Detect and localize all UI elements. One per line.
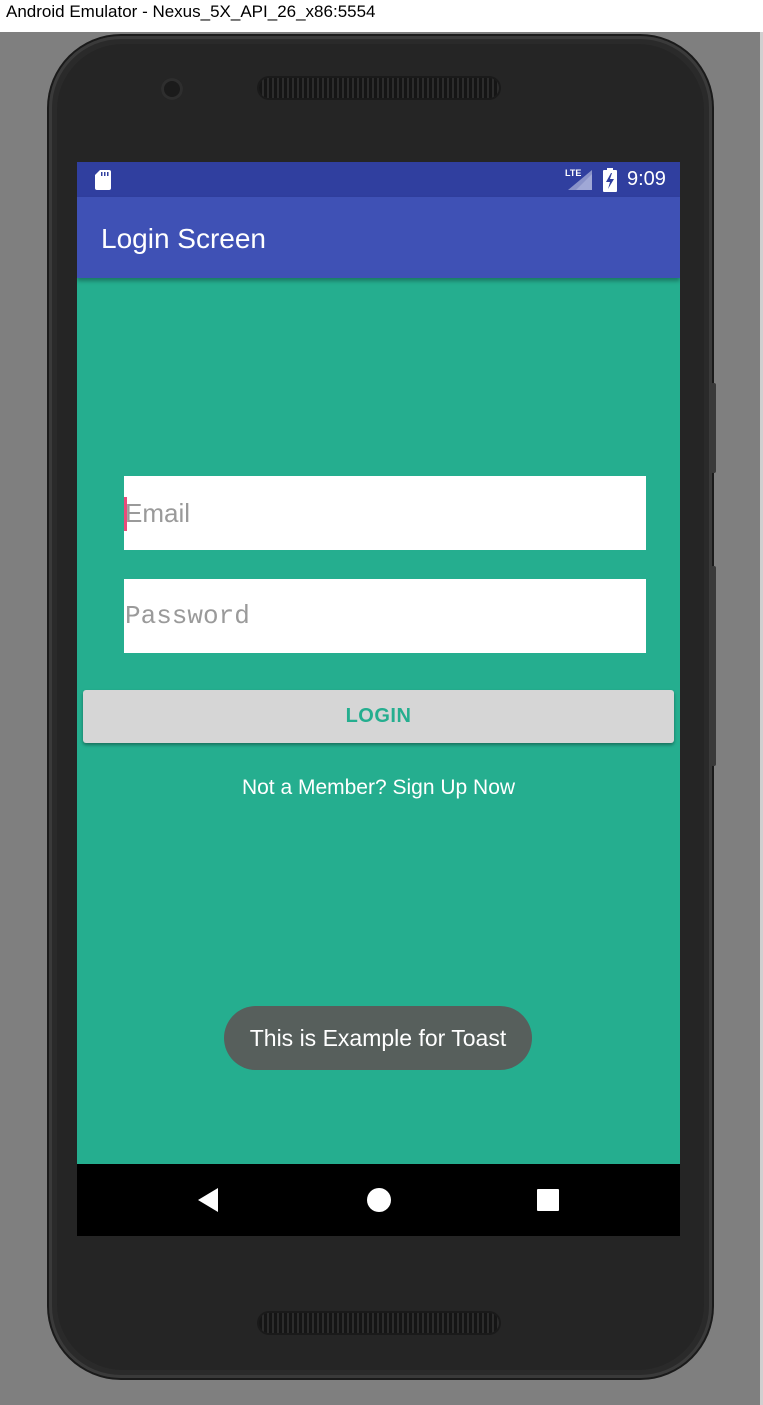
recents-square-icon[interactable] <box>534 1186 562 1214</box>
volume-button[interactable] <box>711 566 716 766</box>
app-toolbar: Login Screen <box>77 197 680 278</box>
device-screen: LTE 9:09 Login Screen LOGIN Not a Member… <box>77 162 680 1236</box>
status-clock: 9:09 <box>627 168 666 190</box>
front-camera-icon <box>161 78 183 100</box>
sd-card-icon <box>95 170 111 190</box>
email-field[interactable] <box>124 476 646 550</box>
top-speaker-grille <box>259 78 499 98</box>
password-field[interactable] <box>124 579 646 653</box>
power-button[interactable] <box>711 383 716 473</box>
cell-signal-icon <box>568 170 592 190</box>
toast-message: This is Example for Toast <box>224 1006 532 1070</box>
emulator-window-title: Android Emulator - Nexus_5X_API_26_x86:5… <box>0 0 763 32</box>
bottom-speaker-grille <box>259 1313 499 1333</box>
page-title: Login Screen <box>101 223 267 254</box>
home-circle-icon[interactable] <box>365 1186 393 1214</box>
status-bar: LTE 9:09 <box>77 162 680 197</box>
login-button[interactable]: LOGIN <box>83 690 674 743</box>
navigation-bar <box>77 1164 680 1236</box>
battery-charging-icon <box>603 168 617 192</box>
text-cursor <box>124 497 127 531</box>
back-triangle-icon[interactable] <box>195 1186 223 1214</box>
signup-link[interactable]: Not a Member? Sign Up Now <box>77 776 680 800</box>
